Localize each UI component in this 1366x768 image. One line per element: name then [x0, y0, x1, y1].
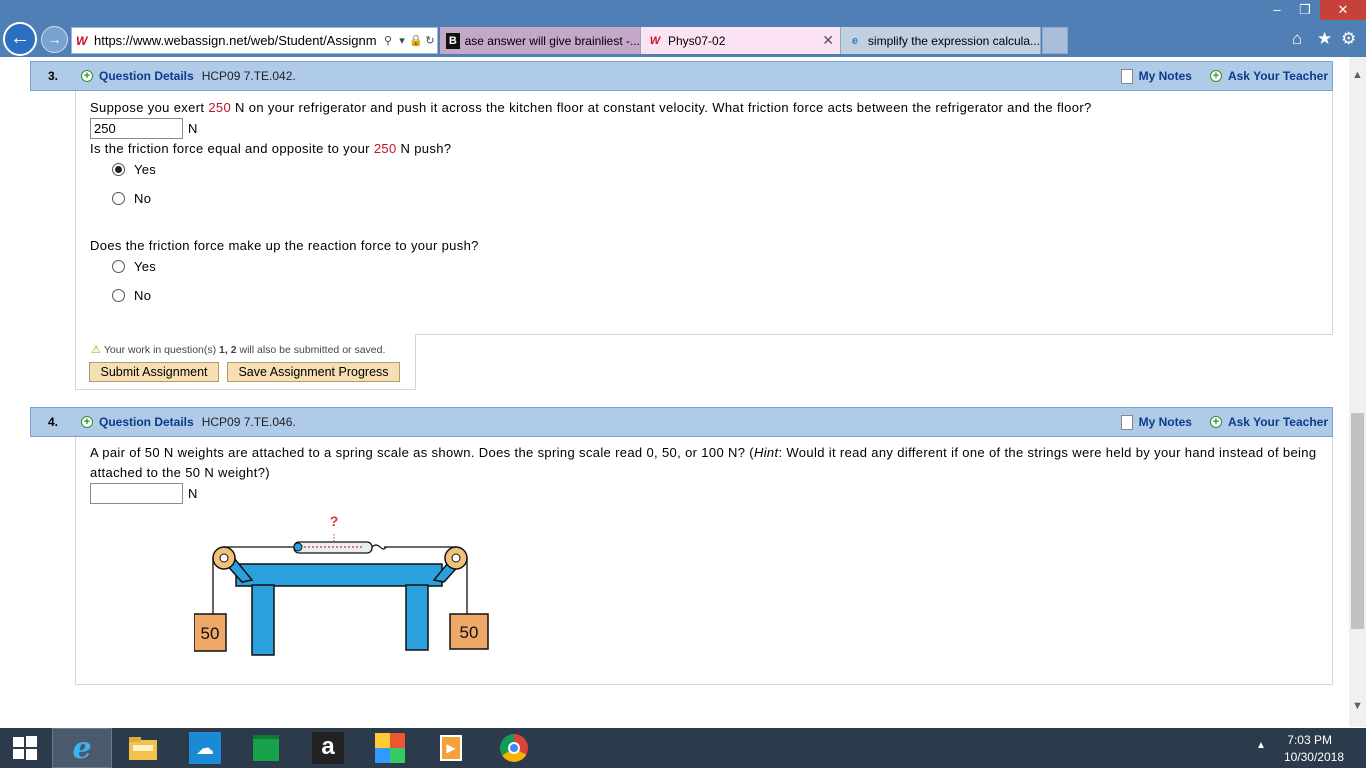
media-player-icon[interactable]: ▶ — [421, 728, 481, 768]
minimize-icon[interactable]: – — [1262, 0, 1292, 20]
back-arrow-icon[interactable]: ← — [3, 22, 37, 56]
plus-icon[interactable]: + — [81, 70, 93, 82]
home-icon[interactable]: ⌂ — [1292, 29, 1302, 49]
save-progress-button[interactable]: Save Assignment Progress — [227, 362, 400, 382]
question-code: HCP09 7.TE.046. — [201, 415, 296, 429]
tab-phys07[interactable]: W Phys07-02 ✕ — [641, 27, 841, 54]
radio-label: Yes — [134, 162, 157, 177]
forward-arrow-icon[interactable]: → — [41, 26, 68, 53]
settings-gear-icon[interactable]: ⚙ — [1341, 29, 1356, 49]
url-text[interactable]: https://www.webassign.net/web/Student/As… — [94, 33, 381, 48]
restore-icon[interactable]: ❐ — [1290, 0, 1320, 20]
ask-teacher-link[interactable]: Ask Your Teacher — [1228, 415, 1328, 429]
table-top — [235, 563, 443, 587]
clock-time[interactable]: 7:03 PM — [1287, 733, 1332, 747]
question-3-body: Suppose you exert 250 N on your refriger… — [75, 91, 1333, 335]
pulley-axle — [451, 553, 461, 563]
submit-warning: ⚠ Your work in question(s) 1, 2 will also… — [91, 344, 386, 356]
submit-assignment-button[interactable]: Submit Assignment — [89, 362, 219, 382]
scroll-down-icon[interactable]: ▼ — [1349, 698, 1366, 715]
plus-icon[interactable]: + — [1209, 70, 1222, 82]
my-notes-link[interactable]: My Notes — [1139, 69, 1192, 83]
answer-input[interactable]: 250 — [90, 118, 183, 139]
puzzle-app-icon[interactable] — [360, 728, 420, 768]
plus-icon[interactable]: + — [1209, 416, 1222, 428]
vertical-scrollbar[interactable]: ▲ ▼ — [1349, 57, 1366, 727]
tab-simplify[interactable]: e simplify the expression calcula... — [841, 27, 1041, 54]
radio-label: No — [134, 288, 152, 303]
onedrive-icon[interactable]: ☁ — [175, 728, 235, 768]
internet-explorer-icon[interactable]: e — [52, 728, 112, 768]
note-icon[interactable] — [1120, 414, 1133, 430]
question-3-header: 3. + Question Details HCP09 7.TE.042. My… — [30, 61, 1333, 91]
radio-yes[interactable] — [112, 260, 125, 273]
clock-date[interactable]: 10/30/2018 — [1284, 750, 1344, 764]
question-text: A pair of 50 N weights are attached to a… — [90, 445, 1317, 480]
ask-teacher-link[interactable]: Ask Your Teacher — [1228, 69, 1328, 83]
scroll-thumb[interactable] — [1351, 413, 1364, 629]
unit-label: N — [188, 121, 198, 136]
new-tab-button[interactable] — [1042, 27, 1068, 54]
show-hidden-icons-icon[interactable]: ▲ — [1256, 740, 1266, 751]
file-explorer-icon[interactable] — [113, 728, 173, 768]
question-4-header: 4. + Question Details HCP09 7.TE.046. My… — [30, 407, 1333, 437]
weight-left-label: 50 — [201, 624, 220, 643]
page-content: 3. + Question Details HCP09 7.TE.042. My… — [0, 57, 1349, 727]
spring-scale-illustration: ? 50 50 — [194, 513, 489, 656]
refresh-icon[interactable]: ↻ — [423, 34, 437, 47]
question-code: HCP09 7.TE.042. — [201, 69, 296, 83]
radio-label: Yes — [134, 259, 157, 274]
question-text: Is the friction force equal and opposite… — [90, 141, 452, 156]
question-4-body: A pair of 50 N weights are attached to a… — [75, 437, 1333, 685]
question-details-link[interactable]: Question Details — [99, 69, 194, 83]
system-tray: ▲ 7:03 PM 10/30/2018 — [1256, 728, 1366, 768]
webassign-favicon-icon: W — [649, 34, 661, 47]
question-text: Does the friction force make up the reac… — [90, 238, 479, 253]
question-mark: ? — [330, 513, 339, 529]
question-details-link[interactable]: Question Details — [99, 415, 194, 429]
radio-yes[interactable] — [112, 163, 125, 176]
scroll-up-icon[interactable]: ▲ — [1349, 67, 1366, 84]
weight-right-label: 50 — [460, 623, 479, 642]
tab-label: simplify the expression calcula... — [867, 33, 1040, 48]
scale-hook — [371, 544, 387, 550]
submit-panel: ⚠ Your work in question(s) 1, 2 will also… — [75, 334, 416, 390]
address-bar[interactable]: W https://www.webassign.net/web/Student/… — [71, 27, 438, 54]
answer-input[interactable] — [90, 483, 183, 504]
warning-icon: ⚠ — [91, 344, 101, 356]
favorites-star-icon[interactable]: ★ — [1317, 29, 1332, 49]
taskbar: e ☁ a ▶ ▲ 7:03 PM 10/30/2018 — [0, 728, 1366, 768]
brainly-favicon-icon: B — [446, 32, 460, 49]
webassign-favicon-icon: W — [76, 33, 88, 48]
tab-label: Phys07-02 — [668, 33, 726, 48]
tab-label: ase answer will give brainliest -... — [464, 33, 640, 48]
radio-no[interactable] — [112, 289, 125, 302]
table-leg — [251, 584, 275, 656]
radio-no[interactable] — [112, 192, 125, 205]
scale-hook — [293, 542, 303, 552]
dropdown-icon[interactable]: ▾ — [395, 34, 409, 47]
ie-favicon-icon: e — [851, 34, 859, 47]
tab-close-icon[interactable]: ✕ — [822, 32, 834, 49]
tab-brainly[interactable]: B ase answer will give brainliest -... — [440, 27, 641, 54]
store-icon[interactable] — [236, 728, 296, 768]
chrome-icon[interactable] — [484, 728, 544, 768]
question-number: 4. — [47, 415, 58, 429]
close-window-icon[interactable]: ✕ — [1320, 0, 1366, 20]
plus-icon[interactable]: + — [81, 416, 93, 428]
table-leg — [405, 584, 429, 651]
note-icon[interactable] — [1120, 68, 1133, 84]
windows-start-icon[interactable] — [0, 728, 50, 768]
browser-chrome: – ❐ ✕ ← → W https://www.webassign.net/we… — [0, 0, 1366, 57]
unit-label: N — [188, 486, 198, 501]
lock-icon[interactable]: 🔒 — [409, 34, 423, 47]
question-text: Suppose you exert 250 N on your refriger… — [90, 100, 1092, 115]
pulley-axle — [219, 553, 229, 563]
radio-label: No — [134, 191, 152, 206]
search-icon[interactable]: ⚲ — [381, 34, 395, 47]
amazon-icon[interactable]: a — [298, 728, 358, 768]
my-notes-link[interactable]: My Notes — [1139, 415, 1192, 429]
question-number: 3. — [47, 69, 58, 83]
